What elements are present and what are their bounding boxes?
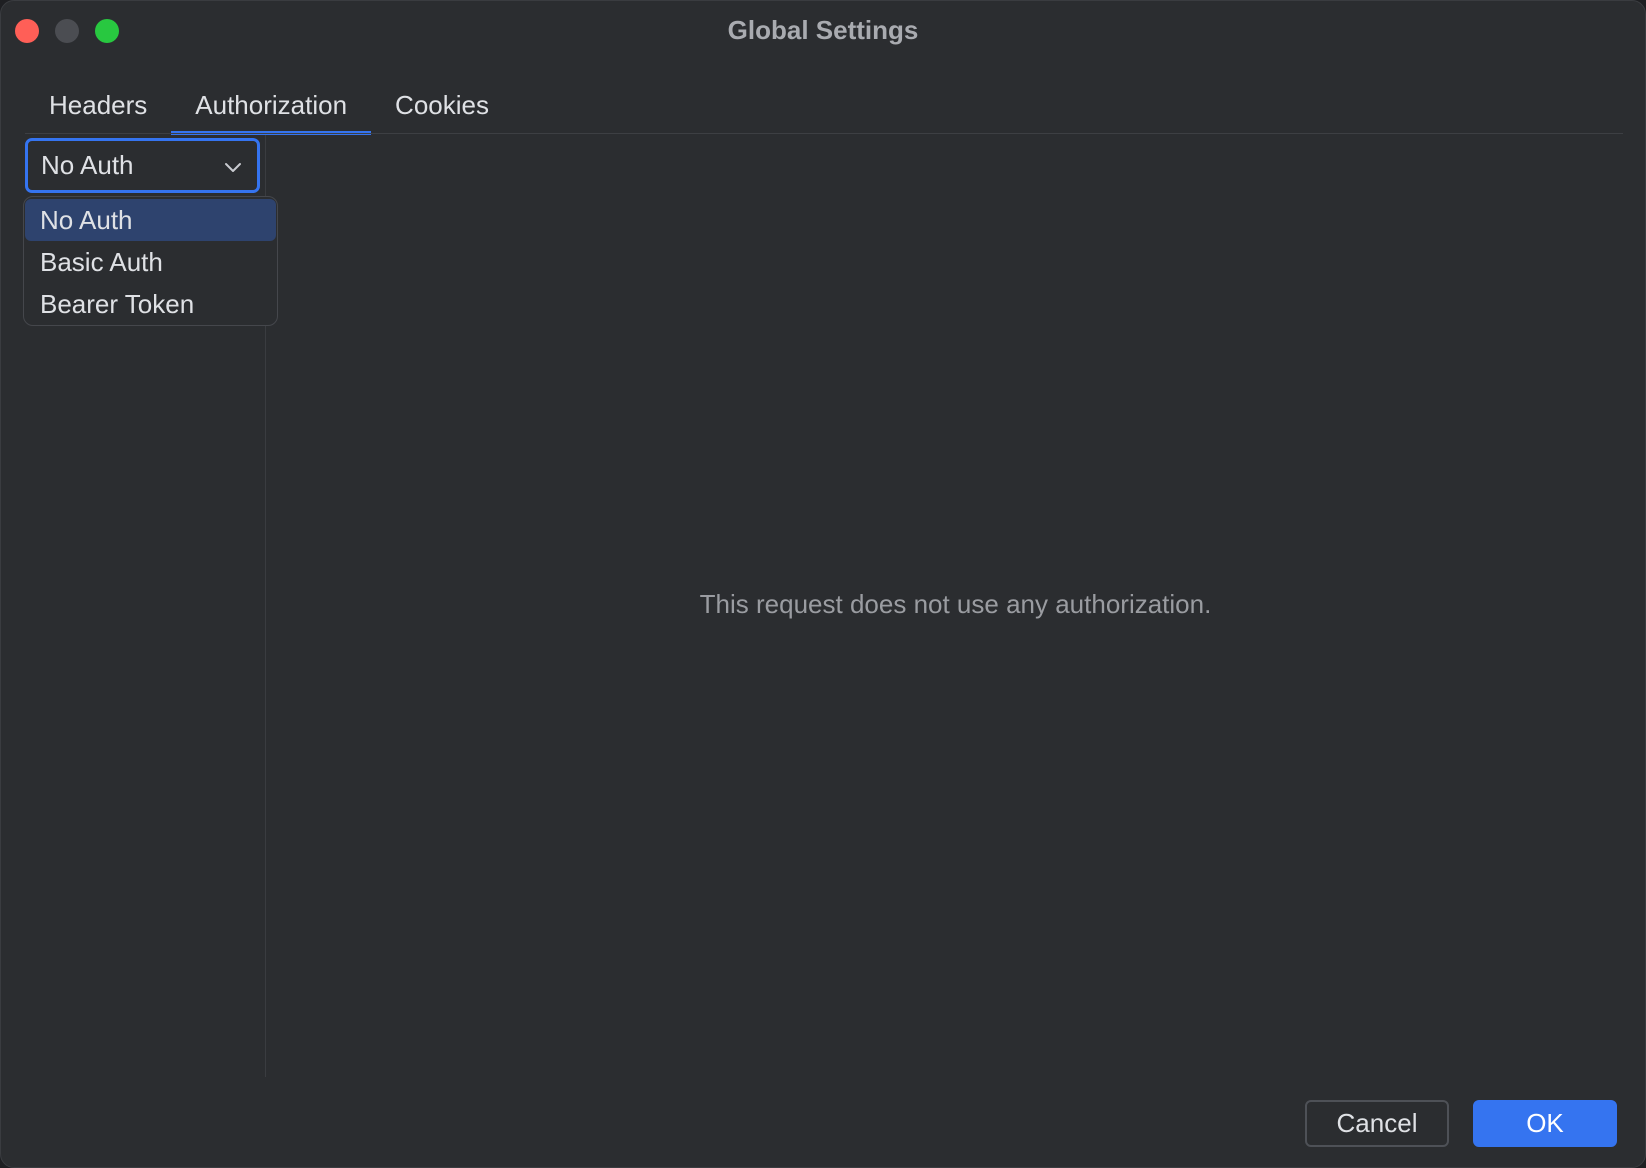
tab-authorization[interactable]: Authorization — [171, 83, 372, 135]
tab-cookies[interactable]: Cookies — [371, 83, 513, 135]
option-bearer-token[interactable]: Bearer Token — [25, 283, 276, 325]
tab-separator — [25, 133, 1623, 134]
chevron-down-icon — [225, 163, 241, 172]
ok-button[interactable]: OK — [1473, 1100, 1617, 1147]
auth-type-select[interactable]: No Auth — [25, 138, 260, 193]
auth-type-selected-value: No Auth — [41, 150, 134, 180]
global-settings-window: Global Settings Headers Authorization Co… — [0, 0, 1646, 1168]
tab-bar: Headers Authorization Cookies — [25, 83, 513, 135]
tab-headers[interactable]: Headers — [25, 83, 171, 135]
title-bar: Global Settings — [1, 1, 1645, 59]
window-title: Global Settings — [727, 15, 919, 45]
no-auth-message: This request does not use any authorizat… — [699, 589, 1212, 619]
auth-type-dropdown: No Auth Basic Auth Bearer Token — [23, 196, 278, 326]
option-no-auth[interactable]: No Auth — [25, 199, 276, 241]
option-basic-auth[interactable]: Basic Auth — [25, 241, 276, 283]
cancel-button[interactable]: Cancel — [1305, 1100, 1449, 1147]
